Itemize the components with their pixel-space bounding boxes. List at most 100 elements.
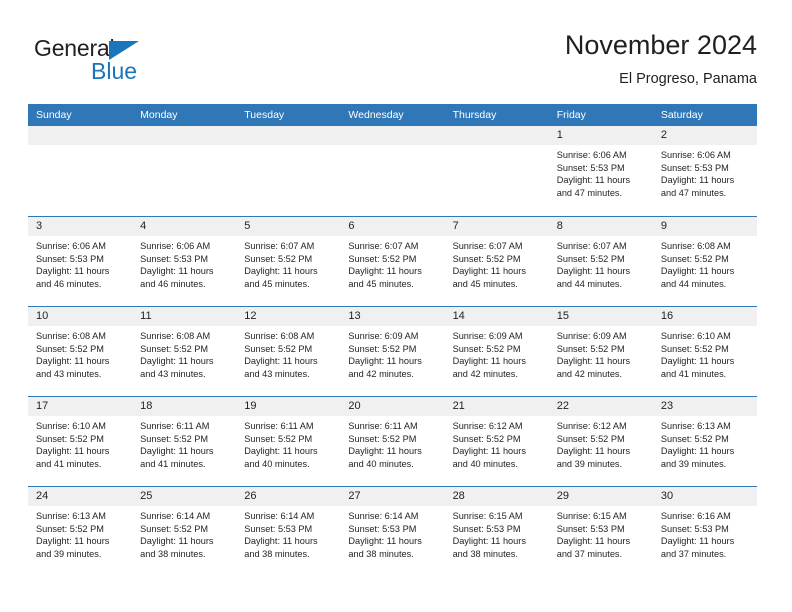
page-subtitle: El Progreso, Panama xyxy=(619,71,757,87)
day-number xyxy=(28,126,133,145)
day-cell[interactable]: 27 Sunrise: 6:14 AM Sunset: 5:53 PM Dayl… xyxy=(340,487,445,576)
day-cell[interactable]: 16 Sunrise: 6:10 AM Sunset: 5:52 PM Dayl… xyxy=(652,307,757,396)
daylight-text-line2: and 42 minutes. xyxy=(556,368,623,379)
day-cell[interactable] xyxy=(236,126,341,216)
day-cell[interactable]: 8 Sunrise: 6:07 AM Sunset: 5:52 PM Dayli… xyxy=(548,217,653,306)
day-cell[interactable]: 11 Sunrise: 6:08 AM Sunset: 5:52 PM Dayl… xyxy=(132,307,237,396)
day-number: 6 xyxy=(340,217,445,236)
sunrise-text: Sunrise: 6:15 AM xyxy=(556,511,627,521)
day-cell[interactable]: 26 Sunrise: 6:14 AM Sunset: 5:53 PM Dayl… xyxy=(236,487,341,576)
sunrise-text: Sunrise: 6:14 AM xyxy=(244,511,315,521)
day-details: Sunrise: 6:16 AM Sunset: 5:53 PM Dayligh… xyxy=(653,506,757,560)
daylight-text-line1: Daylight: 11 hours xyxy=(36,266,110,276)
day-number xyxy=(236,126,341,145)
day-cell[interactable]: 30 Sunrise: 6:16 AM Sunset: 5:53 PM Dayl… xyxy=(652,487,757,576)
day-details: Sunrise: 6:08 AM Sunset: 5:52 PM Dayligh… xyxy=(653,236,757,290)
day-number: 17 xyxy=(28,397,133,416)
week-row: 10 Sunrise: 6:08 AM Sunset: 5:52 PM Dayl… xyxy=(28,306,757,396)
day-number: 2 xyxy=(652,126,757,145)
day-cell[interactable]: 21 Sunrise: 6:12 AM Sunset: 5:52 PM Dayl… xyxy=(444,397,549,486)
sunrise-text: Sunrise: 6:08 AM xyxy=(660,241,731,251)
day-cell[interactable]: 10 Sunrise: 6:08 AM Sunset: 5:52 PM Dayl… xyxy=(28,307,133,396)
daylight-text-line1: Daylight: 11 hours xyxy=(348,446,422,456)
sunset-text: Sunset: 5:52 PM xyxy=(36,523,104,534)
day-cell[interactable]: 12 Sunrise: 6:08 AM Sunset: 5:52 PM Dayl… xyxy=(236,307,341,396)
sunset-text: Sunset: 5:52 PM xyxy=(660,433,729,444)
day-cell[interactable]: 18 Sunrise: 6:11 AM Sunset: 5:52 PM Dayl… xyxy=(132,397,237,486)
day-details: Sunrise: 6:07 AM Sunset: 5:52 PM Dayligh… xyxy=(445,236,549,290)
day-cell[interactable] xyxy=(444,126,549,216)
day-cell[interactable] xyxy=(28,126,133,216)
day-details: Sunrise: 6:13 AM Sunset: 5:52 PM Dayligh… xyxy=(28,506,132,560)
general-blue-logo[interactable]: General Blue xyxy=(34,35,214,91)
day-cell[interactable]: 2 Sunrise: 6:06 AM Sunset: 5:53 PM Dayli… xyxy=(652,126,757,216)
day-number: 16 xyxy=(652,307,757,326)
daylight-text-line1: Daylight: 11 hours xyxy=(348,356,422,366)
day-cell[interactable]: 7 Sunrise: 6:07 AM Sunset: 5:52 PM Dayli… xyxy=(444,217,549,306)
daylight-text-line2: and 42 minutes. xyxy=(348,368,414,379)
day-cell[interactable]: 4 Sunrise: 6:06 AM Sunset: 5:53 PM Dayli… xyxy=(132,217,237,306)
sunrise-text: Sunrise: 6:09 AM xyxy=(556,331,627,341)
day-number: 8 xyxy=(548,217,653,236)
sunset-text: Sunset: 5:52 PM xyxy=(452,343,521,354)
day-cell[interactable]: 28 Sunrise: 6:15 AM Sunset: 5:53 PM Dayl… xyxy=(444,487,549,576)
day-cell[interactable]: 17 Sunrise: 6:10 AM Sunset: 5:52 PM Dayl… xyxy=(28,397,133,486)
day-number: 7 xyxy=(444,217,549,236)
day-cell[interactable]: 6 Sunrise: 6:07 AM Sunset: 5:52 PM Dayli… xyxy=(340,217,445,306)
sunset-text: Sunset: 5:53 PM xyxy=(452,523,521,534)
day-cell[interactable]: 25 Sunrise: 6:14 AM Sunset: 5:52 PM Dayl… xyxy=(132,487,237,576)
day-cell[interactable]: 23 Sunrise: 6:13 AM Sunset: 5:52 PM Dayl… xyxy=(652,397,757,486)
weekday-tuesday: Tuesday xyxy=(244,109,285,121)
day-cell[interactable]: 15 Sunrise: 6:09 AM Sunset: 5:52 PM Dayl… xyxy=(548,307,653,396)
day-cell[interactable]: 5 Sunrise: 6:07 AM Sunset: 5:52 PM Dayli… xyxy=(236,217,341,306)
day-cell[interactable]: 1 Sunrise: 6:06 AM Sunset: 5:53 PM Dayli… xyxy=(548,126,653,216)
day-cell[interactable]: 13 Sunrise: 6:09 AM Sunset: 5:52 PM Dayl… xyxy=(340,307,445,396)
day-details: Sunrise: 6:13 AM Sunset: 5:52 PM Dayligh… xyxy=(653,416,757,470)
sunrise-text: Sunrise: 6:08 AM xyxy=(244,331,315,341)
day-details: Sunrise: 6:14 AM Sunset: 5:53 PM Dayligh… xyxy=(340,506,444,560)
day-number: 11 xyxy=(132,307,237,326)
sunrise-text: Sunrise: 6:07 AM xyxy=(452,241,523,251)
sunrise-text: Sunrise: 6:10 AM xyxy=(36,421,106,431)
day-cell[interactable]: 14 Sunrise: 6:09 AM Sunset: 5:52 PM Dayl… xyxy=(444,307,549,396)
daylight-text-line1: Daylight: 11 hours xyxy=(36,446,110,456)
week-row: 1 Sunrise: 6:06 AM Sunset: 5:53 PM Dayli… xyxy=(28,126,757,216)
day-details: Sunrise: 6:06 AM Sunset: 5:53 PM Dayligh… xyxy=(653,145,757,199)
title-block: November 2024 El Progreso, Panama xyxy=(565,28,757,90)
day-number xyxy=(132,126,237,145)
day-cell[interactable]: 20 Sunrise: 6:11 AM Sunset: 5:52 PM Dayl… xyxy=(340,397,445,486)
daylight-text-line1: Daylight: 11 hours xyxy=(660,175,735,185)
day-cell[interactable]: 3 Sunrise: 6:06 AM Sunset: 5:53 PM Dayli… xyxy=(28,217,133,306)
sunrise-text: Sunrise: 6:14 AM xyxy=(348,511,419,521)
daylight-text-line2: and 39 minutes. xyxy=(36,548,102,559)
sunset-text: Sunset: 5:52 PM xyxy=(348,433,417,444)
sunset-text: Sunset: 5:52 PM xyxy=(244,433,313,444)
weekday-header-row: Sunday Monday Tuesday Wednesday Thursday… xyxy=(28,104,757,126)
daylight-text-line2: and 43 minutes. xyxy=(244,368,310,379)
weekday-sunday: Sunday xyxy=(36,109,72,121)
sunrise-text: Sunrise: 6:06 AM xyxy=(36,241,106,251)
daylight-text-line1: Daylight: 11 hours xyxy=(348,266,422,276)
day-number: 9 xyxy=(652,217,757,236)
sunrise-text: Sunrise: 6:15 AM xyxy=(452,511,523,521)
day-cell[interactable] xyxy=(340,126,445,216)
day-details: Sunrise: 6:11 AM Sunset: 5:52 PM Dayligh… xyxy=(236,416,340,470)
day-cell[interactable]: 19 Sunrise: 6:11 AM Sunset: 5:52 PM Dayl… xyxy=(236,397,341,486)
daylight-text-line1: Daylight: 11 hours xyxy=(660,446,735,456)
day-details: Sunrise: 6:09 AM Sunset: 5:52 PM Dayligh… xyxy=(445,326,549,380)
sunrise-text: Sunrise: 6:11 AM xyxy=(140,421,210,431)
daylight-text-line2: and 38 minutes. xyxy=(348,548,414,559)
page-header: General Blue November 2024 El Progreso, … xyxy=(0,0,792,104)
day-number: 15 xyxy=(548,307,653,326)
sunrise-text: Sunrise: 6:06 AM xyxy=(660,150,731,160)
weekday-saturday: Saturday xyxy=(660,109,703,121)
daylight-text-line1: Daylight: 11 hours xyxy=(556,266,631,276)
day-cell[interactable]: 24 Sunrise: 6:13 AM Sunset: 5:52 PM Dayl… xyxy=(28,487,133,576)
day-cell[interactable]: 9 Sunrise: 6:08 AM Sunset: 5:52 PM Dayli… xyxy=(652,217,757,306)
day-cell[interactable]: 22 Sunrise: 6:12 AM Sunset: 5:52 PM Dayl… xyxy=(548,397,653,486)
page-title: November 2024 xyxy=(564,30,757,60)
day-cell[interactable]: 29 Sunrise: 6:15 AM Sunset: 5:53 PM Dayl… xyxy=(548,487,653,576)
day-cell[interactable] xyxy=(132,126,237,216)
daylight-text-line2: and 44 minutes. xyxy=(556,278,623,289)
sunset-text: Sunset: 5:52 PM xyxy=(140,343,209,354)
